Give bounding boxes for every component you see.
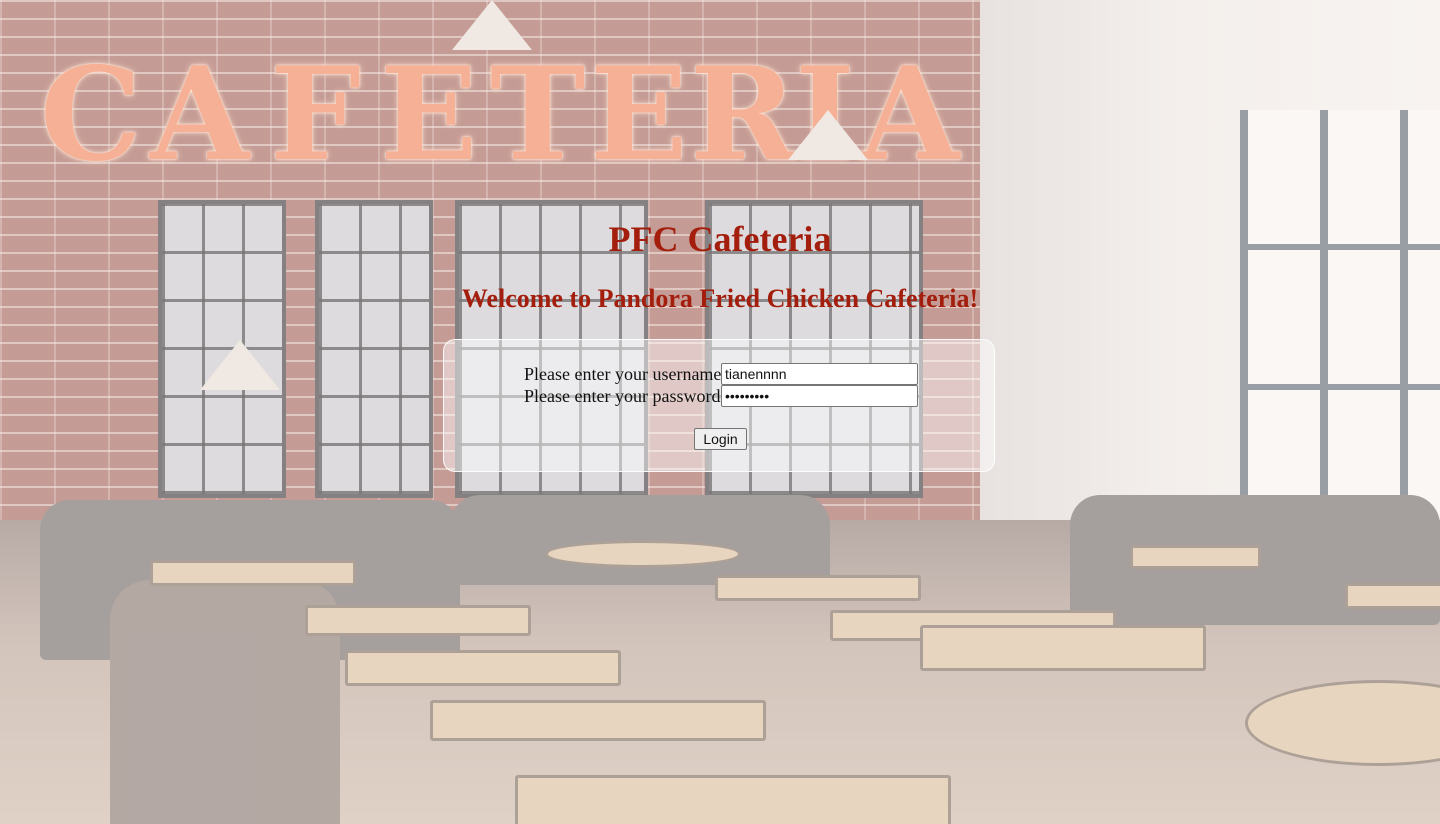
login-form: Please enter your username Please enter …: [443, 339, 995, 472]
password-label: Please enter your password: [524, 385, 721, 406]
password-input[interactable]: [721, 385, 918, 407]
username-input[interactable]: [721, 363, 918, 385]
username-row: Please enter your username: [524, 363, 918, 385]
password-row: Please enter your password: [524, 385, 918, 407]
welcome-heading: Welcome to Pandora Fried Chicken Cafeter…: [461, 284, 979, 313]
login-button[interactable]: Login: [694, 428, 747, 450]
main-content: PFC Cafeteria Welcome to Pandora Fried C…: [0, 0, 1440, 824]
username-label: Please enter your username: [524, 363, 722, 384]
page-title: PFC Cafeteria: [608, 219, 832, 259]
